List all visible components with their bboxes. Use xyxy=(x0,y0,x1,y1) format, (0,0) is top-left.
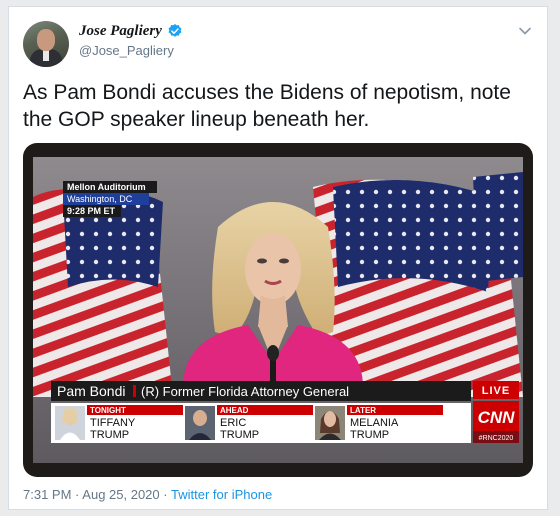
tweet-meta: 7:31 PM · Aug 25, 2020 · Twitter for iPh… xyxy=(23,487,272,502)
lineup-first-2: ERIC xyxy=(220,417,246,429)
location-line1: Mellon Auditorium xyxy=(67,182,146,192)
tweet-time[interactable]: 7:31 PM xyxy=(23,487,71,502)
flag-left xyxy=(33,189,173,397)
separator: · xyxy=(75,487,80,502)
speaker-title: (R) Former Florida Attorney General xyxy=(141,384,349,399)
lineup-slot-3: LATER xyxy=(350,406,376,415)
chyron: Pam Bondi (R) Former Florida Attorney Ge… xyxy=(51,381,471,401)
author-display-name[interactable]: Jose Pagliery xyxy=(79,23,162,40)
lineup-strip: TONIGHT TIFFANY TRUMP AHEAD ERIC TRUMP L… xyxy=(51,403,471,443)
lineup-first-3: MELANIA xyxy=(350,417,399,429)
separator: · xyxy=(163,487,168,502)
tweet-text: As Pam Bondi accuses the Bidens of nepot… xyxy=(23,81,511,131)
avatar[interactable] xyxy=(23,21,69,67)
chevron-down-icon[interactable] xyxy=(517,23,533,39)
location-line2: Washington, DC xyxy=(67,194,133,204)
lineup-last-1: TRUMP xyxy=(90,429,129,441)
lineup-last-2: TRUMP xyxy=(220,429,259,441)
verified-badge-icon xyxy=(168,24,182,37)
tweet-date[interactable]: Aug 25, 2020 xyxy=(82,487,159,502)
network-bug: LIVE CNN #RNC2020 xyxy=(473,381,519,443)
lineup-last-3: TRUMP xyxy=(350,429,389,441)
lineup-slot-2: AHEAD xyxy=(220,406,249,415)
tweet-source-link[interactable]: Twitter for iPhone xyxy=(171,487,272,502)
speaker-name: Pam Bondi xyxy=(57,383,125,399)
cnn-logo: CNN xyxy=(478,408,516,427)
tweet-card: Jose Pagliery @Jose_Pagliery As Pam Bond… xyxy=(8,6,548,510)
hashtag: #RNC2020 xyxy=(479,435,514,442)
tv-screen: Mellon Auditorium Washington, DC 9:28 PM… xyxy=(33,157,523,463)
broadcast-time: 9:28 PM ET xyxy=(67,206,116,216)
lineup-slot-1: TONIGHT xyxy=(90,406,126,415)
author-name-row[interactable]: Jose Pagliery xyxy=(79,21,183,41)
tweet-photo[interactable]: Mellon Auditorium Washington, DC 9:28 PM… xyxy=(23,143,533,477)
live-label: LIVE xyxy=(482,385,510,397)
author-handle[interactable]: @Jose_Pagliery xyxy=(79,43,174,58)
lineup-first-1: TIFFANY xyxy=(90,417,136,429)
